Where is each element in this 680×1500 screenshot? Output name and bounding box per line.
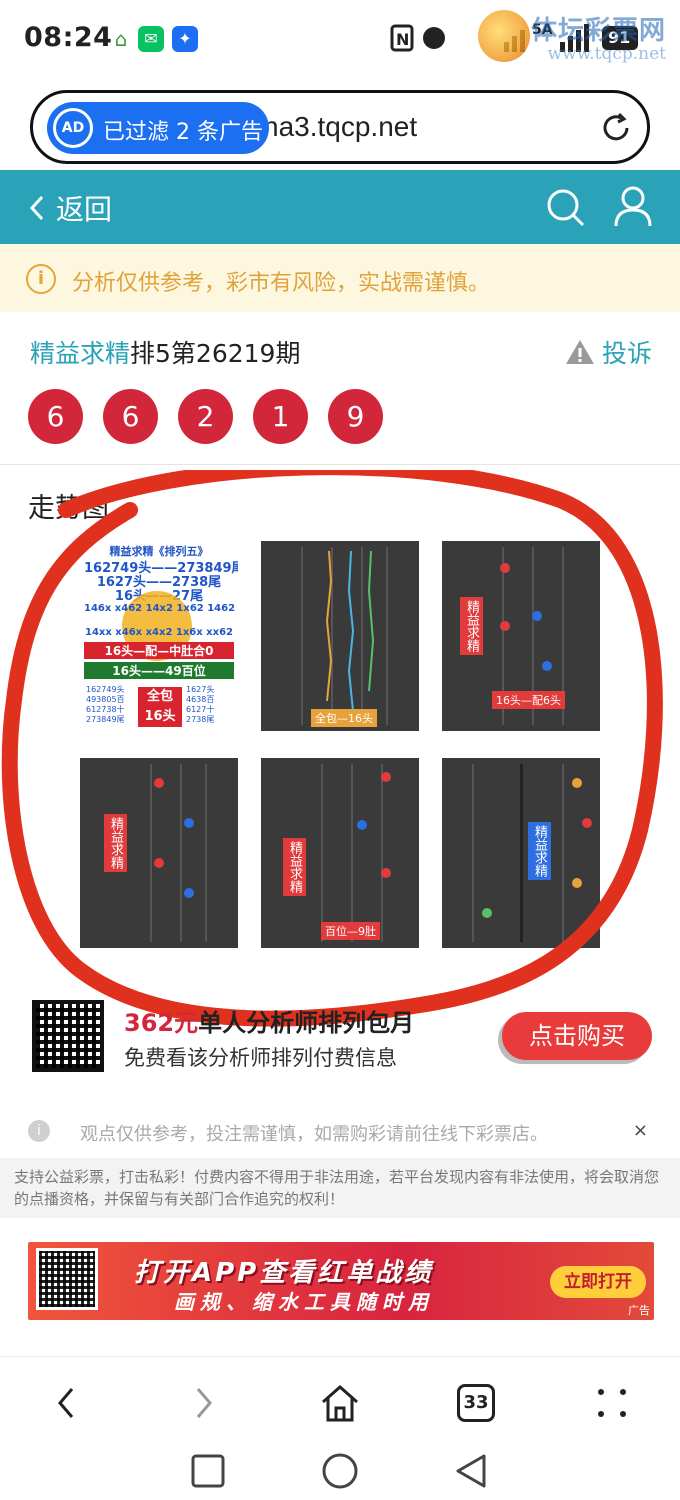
url-text[interactable]: na3.tqcp.net: [263, 111, 417, 143]
nav-forward-button[interactable]: [180, 1379, 228, 1427]
thumb-numbers: 1627头 4638百 6127十 2738尾: [186, 685, 215, 724]
notice-text: 分析仅供参考，彩市有风险，实战需谨慎。: [72, 271, 491, 296]
tip-text: 观点仅供参考，投注需谨慎，如需购彩请前往线下彩票店。: [80, 1124, 548, 1145]
thumb-line: 146x x462 14x2 1x62 1462: [84, 603, 236, 614]
watermark-text: 体坛彩票网: [530, 16, 666, 46]
thumb-line: 14xx x46x x4x2 1x6x xx62: [84, 627, 233, 638]
purchase-subtitle: 免费看该分析师排列付费信息: [124, 1046, 397, 1070]
ad-filter-label: 已过滤 2 条广告: [103, 120, 263, 145]
issue-label: 排5第26219期: [130, 339, 301, 368]
more-dots-icon: [598, 1389, 626, 1417]
lightbulb-icon: ✦: [172, 26, 198, 52]
thumb-line: 全包 16头: [138, 687, 182, 727]
thumb-label: 精益求精: [528, 822, 551, 880]
chevron-left-icon: [58, 1388, 74, 1418]
trend-image-4[interactable]: 精益求精: [80, 758, 238, 948]
draw-numbers: 6 6 2 1 9: [28, 389, 383, 444]
legal-notice: 支持公益彩票，打击私彩！付费内容不得用于非法用途，若平台发现内容有非法使用，将会…: [0, 1158, 680, 1218]
search-icon[interactable]: [544, 186, 586, 228]
page-title: 精益求精排5第26219期: [30, 334, 300, 370]
thumb-tag: 全包—16头: [311, 709, 377, 727]
back-label: 返回: [56, 193, 113, 226]
disclaimer-tip: i 观点仅供参考，投注需谨慎，如需购彩请前往线下彩票店。 ×: [28, 1120, 658, 1146]
system-nav-bar: [0, 1452, 680, 1500]
trend-title: 走势图: [28, 493, 109, 524]
number-ball: 9: [328, 389, 383, 444]
trend-image-3[interactable]: 精益求精 16头—配6头: [442, 541, 600, 731]
analyst-name[interactable]: 精益求精: [30, 339, 130, 368]
chevron-left-icon: [29, 195, 44, 221]
svg-text:N: N: [396, 30, 409, 49]
address-bar[interactable]: na3.tqcp.net AD 已过滤 2 条广告: [30, 90, 650, 164]
nav-home-button[interactable]: [316, 1379, 364, 1427]
thumb-line: 16头—配—中肚合0: [84, 642, 234, 659]
number-ball: 2: [178, 389, 233, 444]
banner-subline: 画规、缩水工具随时用: [174, 1290, 434, 1314]
divider: [0, 464, 680, 465]
buy-button[interactable]: 点击购买: [502, 1012, 652, 1060]
watermark-url: www.tqcp.net: [547, 44, 666, 64]
purchase-title: 362元单人分析师排列包月: [124, 1003, 414, 1038]
thumb-line: 16头——49百位: [84, 662, 234, 679]
qr-code: [32, 1000, 104, 1072]
user-icon[interactable]: [612, 184, 654, 228]
chevron-right-icon: [196, 1388, 212, 1418]
banner-headline: 打开APP查看红单战绩: [134, 1258, 434, 1288]
price: 62元: [140, 1009, 199, 1037]
thumb-label: 精益求精: [104, 814, 127, 872]
nav-menu-button[interactable]: [588, 1379, 636, 1427]
qr-code: [36, 1248, 98, 1310]
number-ball: 6: [103, 389, 158, 444]
ad-filter-pill[interactable]: AD 已过滤 2 条广告: [47, 102, 269, 154]
info-icon: i: [28, 1120, 50, 1142]
open-app-button[interactable]: 立即打开: [550, 1266, 646, 1298]
complain-button[interactable]: 投诉: [564, 334, 652, 370]
ad-label: 广告: [628, 1304, 650, 1317]
tabs-count: 33: [457, 1384, 495, 1422]
app-banner-ad[interactable]: 打开APP查看红单战绩 画规、缩水工具随时用 立即打开 广告: [28, 1242, 654, 1320]
risk-notice: i 分析仅供参考，彩市有风险，实战需谨慎。: [0, 244, 680, 312]
thumb-tag: 16头—配6头: [492, 691, 565, 709]
warning-icon: [565, 340, 594, 364]
thumb-label: 精益求精: [460, 597, 483, 655]
nav-back-button[interactable]: [42, 1379, 90, 1427]
thumb-tag: 百位—9肚: [321, 922, 380, 940]
number-ball: 1: [253, 389, 308, 444]
thumb-numbers: 162749头 493805百 612738十 273849尾: [86, 685, 125, 724]
home-circle-icon[interactable]: [322, 1453, 358, 1489]
home-icon: [322, 1384, 358, 1422]
app-header: 返回: [0, 170, 680, 244]
purchase-name: 单人分析师排列包月: [198, 1009, 415, 1037]
nav-tabs-button[interactable]: 33: [452, 1379, 500, 1427]
wechat-icon: ✉: [138, 26, 164, 52]
complain-label: 投诉: [601, 339, 652, 368]
system-nav-icons: [191, 1453, 486, 1489]
clock: 08:24: [24, 22, 113, 53]
home-icon: ⌂: [114, 27, 128, 51]
trend-image-5[interactable]: 精益求精 百位—9肚: [261, 758, 419, 948]
close-icon[interactable]: ×: [633, 1120, 648, 1141]
trend-image-2[interactable]: 全包—16头: [261, 541, 419, 731]
trend-image-1[interactable]: 精益求精《排列五》 162749头——273849尾 1627头——2738尾 …: [80, 541, 238, 731]
back-triangle-icon[interactable]: [456, 1454, 486, 1488]
ad-badge-icon: AD: [53, 108, 93, 148]
status-bar: 08:24 ⌂ ✉ ✦ N 5A 91 体坛彩票网 www.tqcp.net: [0, 0, 680, 80]
recents-icon[interactable]: [191, 1454, 225, 1488]
trend-image-6[interactable]: 精益求精: [442, 758, 600, 948]
thumb-label: 精益求精: [283, 838, 306, 896]
number-ball: 6: [28, 389, 83, 444]
back-button[interactable]: 返回: [28, 188, 112, 228]
price-prefix: 3: [124, 1009, 141, 1037]
watermark-logo: [478, 10, 530, 62]
browser-toolbar: 33: [0, 1356, 680, 1452]
reload-icon[interactable]: [599, 111, 633, 145]
info-icon: i: [26, 264, 56, 294]
trend-lines: [325, 550, 375, 712]
